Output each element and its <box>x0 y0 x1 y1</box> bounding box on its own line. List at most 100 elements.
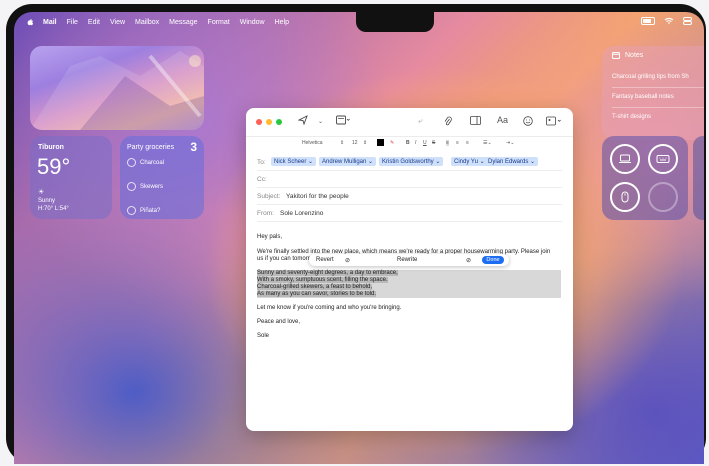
wifi-icon[interactable] <box>664 17 674 25</box>
cc-field[interactable]: Cc: <box>257 171 562 188</box>
recipient-name: Cindy Yu <box>454 159 478 165</box>
emoji-icon[interactable] <box>523 116 533 128</box>
list-item[interactable]: Skewers <box>127 182 163 191</box>
subject-field[interactable]: Subject: Yakitori for the people <box>257 188 562 205</box>
recipient-name: Andrew Mulligan <box>322 159 367 165</box>
list-item[interactable]: Charcoal <box>127 158 164 167</box>
chevron-down-icon[interactable]: ⌄ <box>318 118 323 125</box>
font-format-icon[interactable]: Aa <box>497 115 508 125</box>
photo-widget[interactable] <box>30 46 204 130</box>
close-button[interactable] <box>256 119 262 125</box>
recipient-chip[interactable]: Cindy Yu ⌄ <box>451 157 488 166</box>
menu-app-mail[interactable]: Mail <box>43 19 57 26</box>
controls-widget <box>602 136 688 220</box>
photo-browser-icon[interactable] <box>470 116 481 127</box>
poem-line[interactable]: Charcoal-grilled skewers, a feast to beh… <box>257 284 373 290</box>
bold-icon[interactable]: B <box>406 140 410 146</box>
menu-file[interactable]: File <box>67 19 78 26</box>
recipient-name: Dylan Edwards <box>488 159 529 165</box>
checkbox-icon[interactable] <box>127 182 136 191</box>
chevron-updown-icon[interactable]: ⇕ <box>340 140 344 146</box>
done-button[interactable]: Done <box>482 256 504 264</box>
rewrite-button[interactable]: Rewrite <box>397 257 417 263</box>
reminders-count: 3 <box>190 140 197 154</box>
note-item[interactable]: Charcoal grilling tips from Sh <box>612 74 689 80</box>
list-item[interactable]: Piñata? <box>127 206 160 215</box>
paperclip-icon[interactable] <box>444 116 452 129</box>
revert-button[interactable]: Revert <box>316 257 334 263</box>
insert-photo-icon[interactable] <box>546 116 562 128</box>
compose-toolbar: ⌄ ⤶ Aa <box>246 108 573 137</box>
italic-icon[interactable]: I <box>415 140 416 146</box>
menu-mailbox[interactable]: Mailbox <box>135 19 159 26</box>
recipient-chip[interactable]: Nick Scheer ⌄ <box>271 157 317 166</box>
sun-icon: ☀ <box>38 189 45 196</box>
checkbox-icon[interactable] <box>127 206 136 215</box>
offscreen-widget <box>693 136 704 220</box>
body-signature[interactable]: Sole <box>257 333 269 339</box>
mail-compose-window: ⌄ ⤶ Aa Helvetica ⇕ 12 ⇕ ✎ B I U S ≡ ≡ ≡ … <box>246 108 573 431</box>
keyboard-toggle[interactable] <box>648 144 678 174</box>
photo-image <box>30 51 204 130</box>
minimize-button[interactable] <box>266 119 272 125</box>
writing-tools-popup: Revert ⊘ Rewrite ⊘ Done <box>309 254 509 266</box>
align-center-icon[interactable]: ≡ <box>456 140 459 146</box>
menu-edit[interactable]: Edit <box>88 19 100 26</box>
reminders-title: Party groceries <box>127 144 175 151</box>
list-icon[interactable]: ☰⌄ <box>483 140 492 146</box>
align-left-icon[interactable]: ≡ <box>446 140 449 146</box>
body-signoff[interactable]: Peace and love, <box>257 319 300 325</box>
body-closing-line[interactable]: Let me know if you're coming and who you… <box>257 305 401 311</box>
apple-icon[interactable] <box>26 18 34 26</box>
poem-line[interactable]: With a smoky, sumptuous scent, filling t… <box>257 277 388 283</box>
recipient-chip[interactable]: Dylan Edwards ⌄ <box>485 157 539 166</box>
camera-notch <box>356 12 434 32</box>
body-greeting[interactable]: Hey pals, <box>257 234 282 240</box>
notes-widget[interactable]: Notes Charcoal grilling tips from Sh Fan… <box>602 46 704 140</box>
strikethrough-icon[interactable]: S <box>432 140 435 146</box>
recipient-chip[interactable]: Andrew Mulligan ⌄ <box>319 157 377 166</box>
poem-line[interactable]: As many as you can savor, stories to be … <box>257 291 377 297</box>
header-fields-icon[interactable] <box>336 115 350 127</box>
underline-icon[interactable]: U <box>423 140 427 146</box>
menu-window[interactable]: Window <box>240 19 265 26</box>
reply-icon[interactable]: ⤶ <box>418 116 422 126</box>
to-label: To: <box>257 159 266 166</box>
weather-details: Sunny H:70° L:54° <box>38 197 69 213</box>
weather-range: H:70° L:54° <box>38 206 69 212</box>
note-item[interactable]: Fantasy baseball notes <box>612 94 674 100</box>
menu-message[interactable]: Message <box>169 19 197 26</box>
send-icon[interactable] <box>297 115 308 127</box>
refresh-icon[interactable]: ⊘ <box>466 257 471 264</box>
control-center-icon[interactable] <box>683 17 692 25</box>
weather-city: Tiburon <box>38 144 64 151</box>
keyboard-icon <box>656 155 670 163</box>
menu-format[interactable]: Format <box>208 19 230 26</box>
format-bar: Helvetica ⇕ 12 ⇕ ✎ B I U S ≡ ≡ ≡ ☰⌄ ⇥⌄ <box>246 136 573 150</box>
font-select[interactable]: Helvetica <box>302 140 323 146</box>
battery-icon[interactable] <box>641 17 655 25</box>
text-color-swatch[interactable] <box>377 139 384 146</box>
checkbox-icon[interactable] <box>127 158 136 167</box>
chevron-updown-icon[interactable]: ⇕ <box>363 140 367 146</box>
align-right-icon[interactable]: ≡ <box>466 140 469 146</box>
rewrite-cycle-icon[interactable]: ⊘ <box>345 257 350 264</box>
from-field[interactable]: From: Sole Lorenzino <box>257 205 562 222</box>
to-field[interactable]: To: Nick Scheer ⌄ Andrew Mulligan ⌄ Kris… <box>257 154 562 171</box>
font-size-select[interactable]: 12 <box>352 140 358 146</box>
reminder-label: Piñata? <box>140 207 161 214</box>
recipient-chip[interactable]: Kristin Goldsworthy ⌄ <box>379 157 444 166</box>
menu-help[interactable]: Help <box>275 19 289 26</box>
note-item[interactable]: T-shirt designs <box>612 114 651 120</box>
highlight-icon[interactable]: ✎ <box>390 140 394 146</box>
mouse-toggle[interactable] <box>610 182 640 212</box>
indent-icon[interactable]: ⇥⌄ <box>506 140 514 146</box>
menu-view[interactable]: View <box>110 19 125 26</box>
poem-text: Sunny and seventy-eight degrees, a day t… <box>257 270 398 276</box>
reminders-widget[interactable]: Party groceries 3 Charcoal Skewers Piñat… <box>120 136 204 219</box>
empty-toggle[interactable] <box>648 182 678 212</box>
poem-line[interactable]: Sunny and seventy-eight degrees, a day t… <box>257 270 398 276</box>
weather-widget[interactable]: Tiburon 59° ☀ Sunny H:70° L:54° <box>30 136 112 219</box>
laptop-toggle[interactable] <box>610 144 640 174</box>
zoom-button[interactable] <box>276 119 282 125</box>
